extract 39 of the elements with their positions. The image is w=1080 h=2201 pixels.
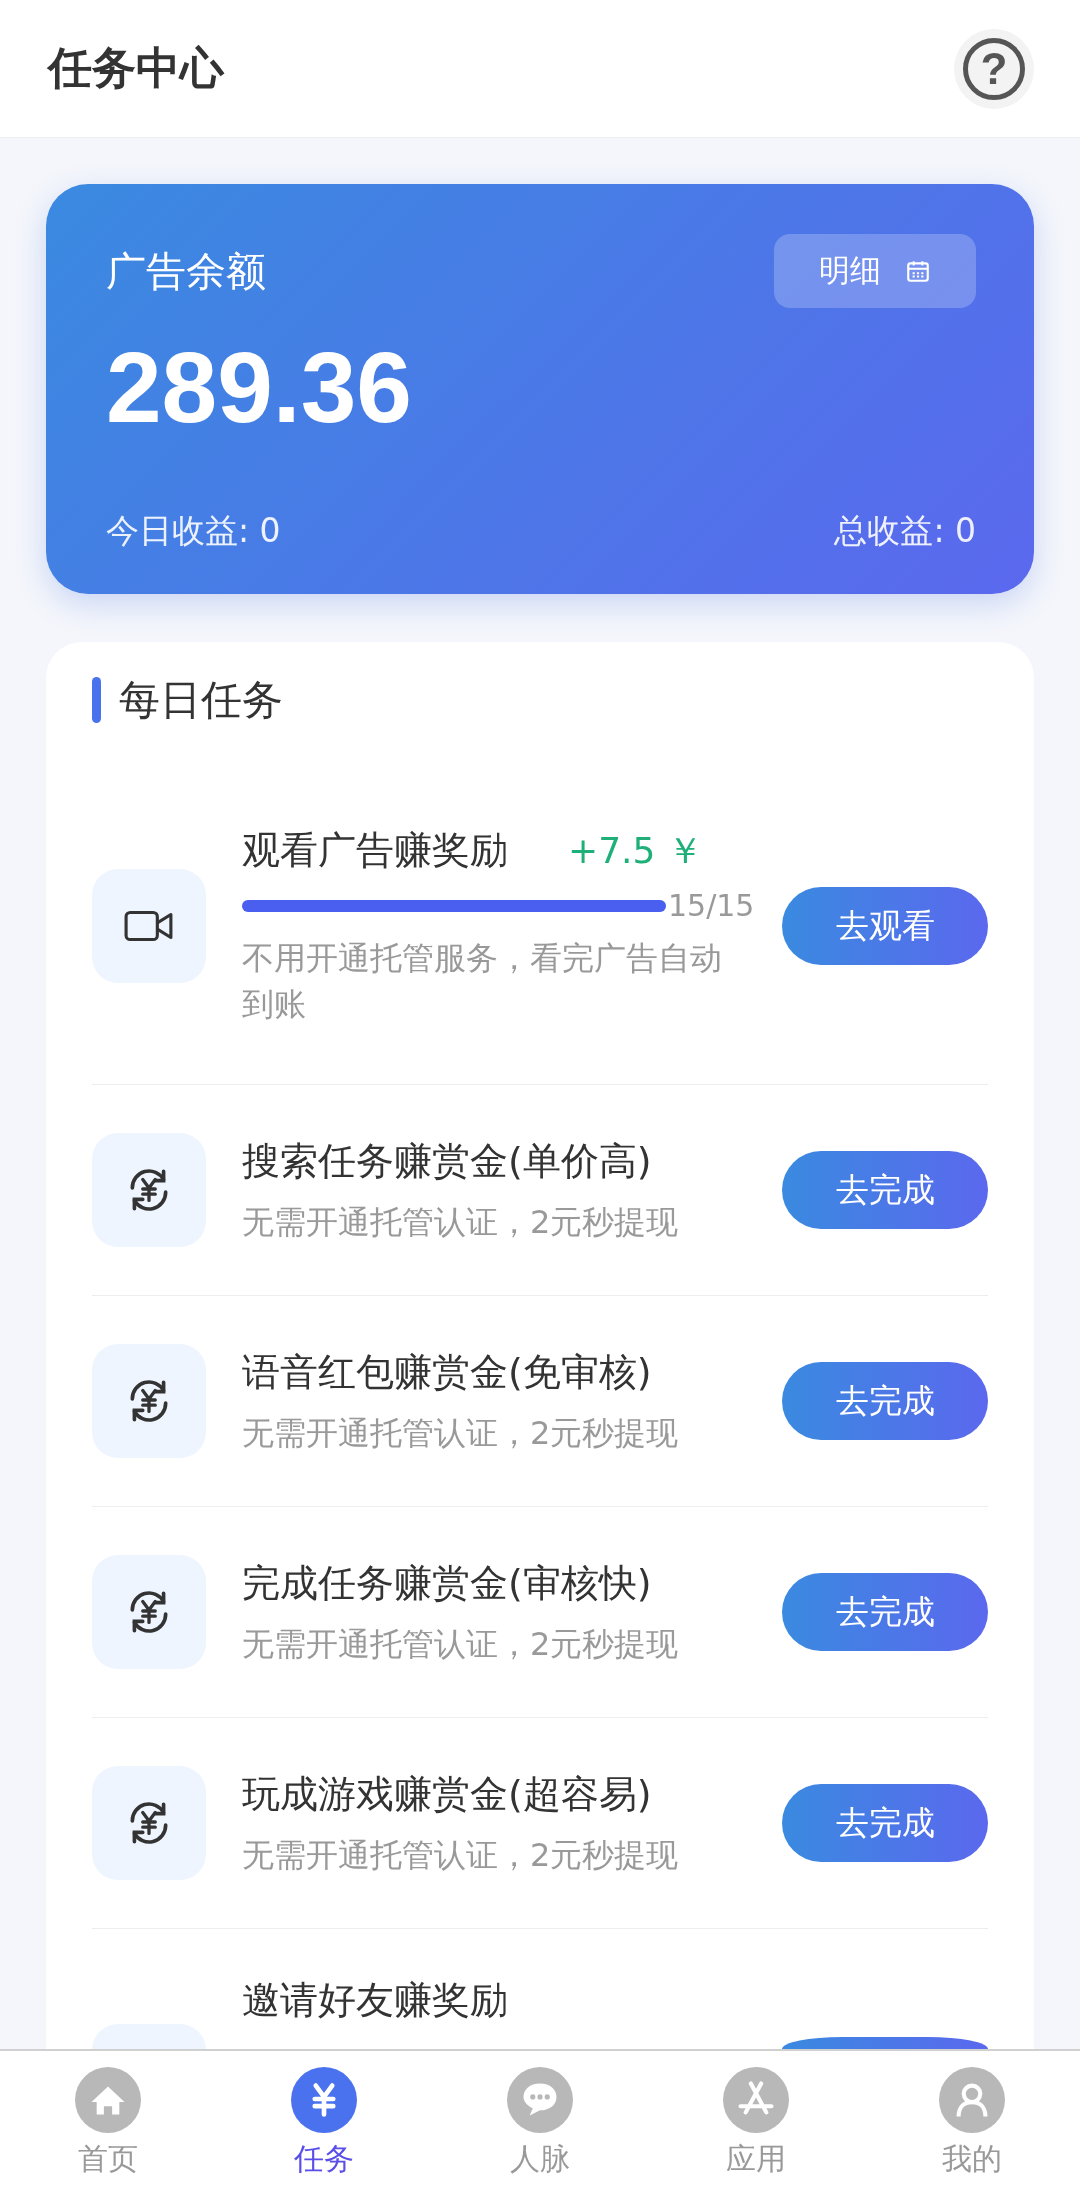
person-icon bbox=[939, 2067, 1005, 2133]
task-description: 无需开通托管认证，2元秒提现 bbox=[242, 1623, 680, 1665]
tab[interactable]: 人脉 bbox=[432, 2051, 648, 2201]
chat-icon bbox=[507, 2067, 573, 2133]
page-title: 任务中心 bbox=[48, 41, 224, 95]
balance-label: 广告余额 bbox=[106, 246, 266, 296]
task-title: 邀请好友赚奖励 bbox=[242, 1977, 509, 2024]
task-button[interactable]: 去完成 bbox=[782, 1151, 988, 1229]
accent-bar bbox=[92, 677, 101, 723]
task-button[interactable]: 去完成 bbox=[782, 1362, 988, 1440]
task-title: 搜索任务赚赏金(单价高) bbox=[242, 1137, 653, 1185]
task-title: 完成任务赚赏金(审核快) bbox=[242, 1559, 653, 1607]
tab[interactable]: 应用 bbox=[648, 2051, 864, 2201]
help-button[interactable]: ? bbox=[954, 28, 1034, 109]
task-description: 无需开通托管认证，2元秒提现 bbox=[242, 1834, 680, 1876]
video-camera-icon bbox=[124, 909, 174, 943]
task-description: 无需开通托管认证，2元秒提现 bbox=[242, 1201, 680, 1243]
task-description: 不用开通托管服务，看完广告自动到账 bbox=[242, 938, 723, 1025]
total-earnings: 总收益: 0 bbox=[834, 510, 976, 552]
tab[interactable]: 任务 bbox=[216, 2051, 432, 2201]
reward-amount: +7.5 ￥ bbox=[568, 829, 703, 873]
balance-amount: 289.36 bbox=[106, 330, 413, 445]
task-button[interactable]: 去完成 bbox=[782, 1784, 988, 1862]
task-button[interactable]: 去完成 bbox=[782, 1573, 988, 1651]
apps-icon bbox=[723, 2067, 789, 2133]
home-icon bbox=[75, 2067, 141, 2133]
tab[interactable]: 我的 bbox=[864, 2051, 1080, 2201]
calendar-icon bbox=[905, 258, 931, 284]
task-title: 观看广告赚奖励 bbox=[242, 827, 508, 874]
yuan-icon bbox=[291, 2067, 357, 2133]
task-button[interactable]: 去观看 bbox=[782, 887, 988, 965]
section-title: 每日任务 bbox=[119, 674, 283, 726]
task-description: 无需开通托管认证，2元秒提现 bbox=[242, 1412, 680, 1454]
details-button[interactable]: 明细 bbox=[774, 234, 976, 308]
task-title: 语音红包赚赏金(免审核) bbox=[242, 1348, 653, 1396]
today-earnings: 今日收益: 0 bbox=[106, 510, 281, 552]
tab[interactable]: 首页 bbox=[0, 2051, 216, 2201]
progress-count: 15/15 bbox=[668, 888, 755, 923]
task-title: 玩成游戏赚赏金(超容易) bbox=[242, 1770, 653, 1818]
